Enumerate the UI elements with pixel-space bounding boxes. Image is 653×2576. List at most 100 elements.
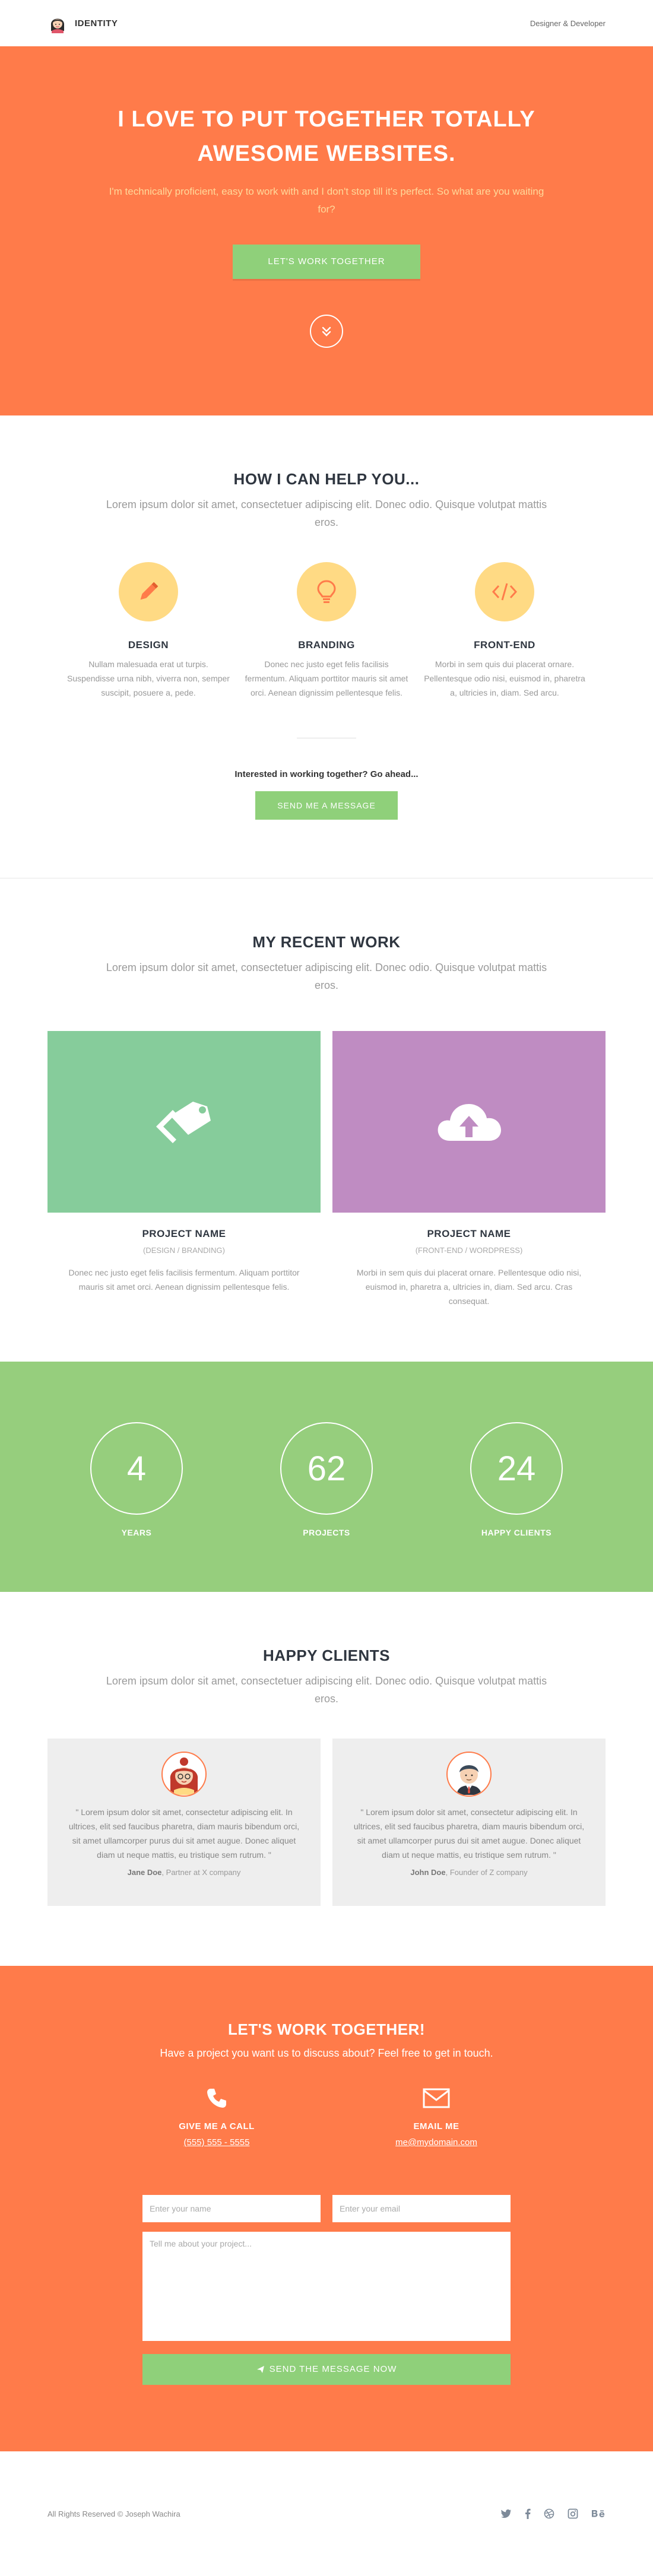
project-name: PROJECT NAME bbox=[427, 1228, 511, 1239]
project-card: PROJECT NAME (FRONT-END / WORDPRESS) Mor… bbox=[332, 1031, 606, 1308]
contact-title: LET'S WORK TOGETHER! bbox=[227, 2020, 426, 2038]
clients-subtitle: Lorem ipsum dolor sit amet, consectetuer… bbox=[106, 1675, 547, 1705]
author-name: John Doe bbox=[410, 1868, 446, 1877]
brand-name: IDENTITY bbox=[75, 18, 118, 28]
testimonial-quote: " Lorem ipsum dolor sit amet, consectetu… bbox=[353, 1807, 585, 1860]
site-header: IDENTITY Designer & Developer bbox=[0, 0, 653, 46]
paper-plane-icon bbox=[256, 2366, 264, 2373]
stat-value: 62 bbox=[280, 1422, 373, 1515]
header-tagline: Designer & Developer bbox=[530, 18, 606, 28]
project-name: PROJECT NAME bbox=[142, 1228, 226, 1239]
service-text: Nullam malesuada erat ut turpis. Suspend… bbox=[67, 659, 230, 697]
service-text: Morbi in sem quis dui placerat ornare. P… bbox=[424, 659, 585, 697]
hero-title: I LOVE TO PUT TOGETHER TOTALLY AWESOME W… bbox=[118, 107, 535, 166]
clients-section: HAPPY CLIENTS Lorem ipsum dolor sit amet… bbox=[0, 1592, 653, 1966]
hero-subtitle: I'm technically proficient, easy to work… bbox=[109, 186, 544, 215]
work-together-button[interactable]: LET'S WORK TOGETHER bbox=[233, 245, 420, 279]
contact-form: SEND THE MESSAGE NOW bbox=[142, 2195, 511, 2385]
twitter-icon[interactable] bbox=[501, 2509, 512, 2518]
services-list: DESIGN Nullam malesuada erat ut turpis. … bbox=[65, 562, 588, 700]
cloud-upload-icon bbox=[438, 1104, 501, 1141]
stat-item: 4 YEARS bbox=[89, 1422, 184, 1537]
cta-text: Interested in working together? Go ahead… bbox=[234, 769, 419, 779]
male-avatar-icon bbox=[457, 1765, 481, 1795]
service-title: DESIGN bbox=[128, 639, 169, 651]
stat-item: 62 PROJECTS bbox=[279, 1422, 374, 1537]
author-name: Jane Doe bbox=[127, 1868, 162, 1877]
service-title: FRONT-END bbox=[474, 639, 535, 651]
email-block: EMAIL ME me@mydomain.com bbox=[377, 2083, 496, 2147]
pencil-icon bbox=[119, 562, 178, 621]
services-title: HOW I CAN HELP YOU... bbox=[233, 470, 420, 488]
testimonials: " Lorem ipsum dolor sit amet, consectetu… bbox=[47, 1739, 606, 1906]
social-links bbox=[501, 2508, 606, 2519]
service-item: DESIGN Nullam malesuada erat ut turpis. … bbox=[65, 562, 232, 700]
testimonial-quote: " Lorem ipsum dolor sit amet, consectetu… bbox=[68, 1807, 300, 1860]
avatar bbox=[446, 1752, 492, 1797]
services-section: HOW I CAN HELP YOU... Lorem ipsum dolor … bbox=[0, 415, 653, 878]
project-category: (FRONT-END / WORDPRESS) bbox=[415, 1246, 523, 1255]
copyright: All Rights Reserved © Joseph Wachira bbox=[47, 2509, 180, 2518]
site-footer: All Rights Reserved © Joseph Wachira bbox=[0, 2451, 653, 2576]
brand[interactable]: IDENTITY bbox=[47, 13, 118, 33]
testimonial-card: " Lorem ipsum dolor sit amet, consectetu… bbox=[332, 1739, 606, 1906]
services-subtitle: Lorem ipsum dolor sit amet, consectetuer… bbox=[106, 499, 547, 528]
testimonial-author: Jane Doe, Partner at X company bbox=[65, 1868, 303, 1877]
service-title: BRANDING bbox=[298, 639, 355, 651]
clients-title: HAPPY CLIENTS bbox=[262, 1647, 391, 1664]
email-title: EMAIL ME bbox=[413, 2121, 459, 2131]
avatar bbox=[161, 1752, 207, 1797]
message-textarea[interactable] bbox=[142, 2232, 511, 2341]
dribbble-icon[interactable] bbox=[544, 2508, 554, 2519]
stat-label: YEARS bbox=[121, 1528, 152, 1537]
project-card: PROJECT NAME (DESIGN / BRANDING) Donec n… bbox=[47, 1031, 321, 1308]
project-text: Donec nec justo eget felis facilisis fer… bbox=[68, 1268, 300, 1292]
female-avatar-icon bbox=[170, 1757, 198, 1795]
call-title: GIVE ME A CALL bbox=[179, 2121, 255, 2131]
service-text: Donec nec justo eget felis facilisis fer… bbox=[245, 659, 408, 697]
project-category: (DESIGN / BRANDING) bbox=[143, 1246, 225, 1255]
project-text: Morbi in sem quis dui placerat ornare. P… bbox=[356, 1268, 582, 1306]
lightbulb-icon bbox=[297, 562, 356, 621]
send-button-label: SEND THE MESSAGE NOW bbox=[269, 2364, 397, 2374]
testimonial-card: " Lorem ipsum dolor sit amet, consectetu… bbox=[47, 1739, 321, 1906]
author-role: , Founder of Z company bbox=[445, 1868, 528, 1877]
send-message-button[interactable]: SEND ME A MESSAGE bbox=[255, 791, 398, 820]
send-message-now-button[interactable]: SEND THE MESSAGE NOW bbox=[142, 2354, 511, 2385]
facebook-icon[interactable] bbox=[525, 2508, 531, 2519]
instagram-icon[interactable] bbox=[568, 2508, 578, 2519]
stats-section: 4 YEARS 62 PROJECTS 24 HAPPY CLIENTS bbox=[0, 1362, 653, 1592]
stat-label: HAPPY CLIENTS bbox=[481, 1528, 552, 1537]
service-item: BRANDING Donec nec justo eget felis faci… bbox=[243, 562, 410, 700]
stats-row: 4 YEARS 62 PROJECTS 24 HAPPY CLIENTS bbox=[89, 1416, 564, 1537]
code-icon bbox=[475, 562, 534, 621]
work-grid: PROJECT NAME (DESIGN / BRANDING) Donec n… bbox=[47, 1031, 606, 1308]
contact-methods: GIVE ME A CALL (555) 555 - 5555 EMAIL ME… bbox=[0, 2083, 653, 2147]
stat-value: 4 bbox=[90, 1422, 183, 1515]
tags-icon bbox=[156, 1102, 211, 1143]
avatar-logo-icon bbox=[48, 14, 67, 33]
hero-section: I LOVE TO PUT TOGETHER TOTALLY AWESOME W… bbox=[0, 46, 653, 415]
envelope-icon bbox=[423, 2088, 450, 2108]
double-chevron-down-icon bbox=[322, 326, 331, 337]
behance-icon[interactable] bbox=[591, 2509, 606, 2518]
stat-value: 24 bbox=[470, 1422, 563, 1515]
phone-link[interactable]: (555) 555 - 5555 bbox=[157, 2137, 276, 2147]
phone-icon bbox=[207, 2089, 226, 2108]
name-input[interactable] bbox=[142, 2195, 321, 2222]
email-input[interactable] bbox=[332, 2195, 511, 2222]
email-link[interactable]: me@mydomain.com bbox=[377, 2137, 496, 2147]
work-subtitle: Lorem ipsum dolor sit amet, consectetuer… bbox=[106, 962, 547, 991]
testimonial-author: John Doe, Founder of Z company bbox=[350, 1868, 588, 1877]
author-role: , Partner at X company bbox=[161, 1868, 241, 1877]
scroll-down-button[interactable] bbox=[310, 315, 343, 348]
project-thumbnail[interactable] bbox=[332, 1031, 606, 1213]
service-item: FRONT-END Morbi in sem quis dui placerat… bbox=[421, 562, 588, 700]
project-thumbnail[interactable] bbox=[47, 1031, 321, 1213]
contact-lead: Have a project you want us to discuss ab… bbox=[160, 2047, 493, 2059]
contact-section: LET'S WORK TOGETHER! Have a project you … bbox=[0, 1966, 653, 2451]
stat-label: PROJECTS bbox=[303, 1528, 350, 1537]
work-section: MY RECENT WORK Lorem ipsum dolor sit ame… bbox=[0, 878, 653, 1362]
call-block: GIVE ME A CALL (555) 555 - 5555 bbox=[157, 2083, 276, 2147]
work-title: MY RECENT WORK bbox=[252, 933, 401, 951]
